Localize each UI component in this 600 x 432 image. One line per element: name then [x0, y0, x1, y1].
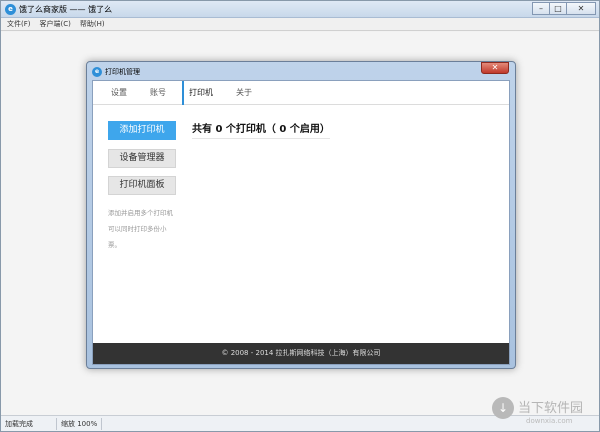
eleme-logo-icon: e	[92, 67, 102, 77]
eleme-logo-icon: e	[5, 4, 16, 15]
tab-account[interactable]: 账号	[150, 81, 166, 105]
dialog-body: 设置 账号 打印机 关于 添加打印机 设备管理器 打印机面板 添加并启用多个打印…	[92, 80, 510, 365]
close-button[interactable]: ✕	[566, 2, 596, 15]
minimize-button[interactable]: –	[532, 2, 550, 15]
add-printer-button[interactable]: 添加打印机	[108, 121, 176, 140]
status-divider	[56, 418, 57, 430]
dialog-footer: © 2008 - 2014 拉扎斯网络科技（上海）有限公司	[93, 343, 509, 364]
menu-bar: 文件(F) 客户端(C) 帮助(H)	[1, 18, 599, 31]
window-title: 饿了么商家版 —— 饿了么	[19, 5, 113, 14]
tab-printer[interactable]: 打印机	[182, 81, 213, 105]
device-manager-button[interactable]: 设备管理器	[108, 149, 176, 168]
watermark-text: 当下软件园	[518, 401, 584, 416]
download-arrow-icon: ↓	[492, 397, 514, 419]
maximize-button[interactable]: □	[549, 2, 567, 15]
tab-bar: 设置 账号 打印机 关于	[93, 81, 509, 105]
printer-panel-button[interactable]: 打印机面板	[108, 176, 176, 195]
status-divider	[101, 418, 102, 430]
help-text: 添加并启用多个打印机可以同时打印多份小票。	[108, 209, 173, 249]
printer-manager-dialog: e 打印机管理 ✕ 设置 账号 打印机 关于 添加打印机 设备管理器 打印机面板…	[86, 61, 516, 369]
menu-help[interactable]: 帮助(H)	[80, 18, 105, 30]
watermark: ↓ 当下软件园 downxia.com	[492, 395, 596, 429]
main-titlebar: e 饿了么商家版 —— 饿了么 – □ ✕	[1, 1, 599, 18]
dialog-titlebar: e 打印机管理 ✕	[87, 62, 515, 80]
window-controls: – □ ✕	[532, 2, 596, 15]
menu-client[interactable]: 客户端(C)	[40, 18, 71, 30]
menu-file[interactable]: 文件(F)	[7, 18, 31, 30]
status-zoom[interactable]: 缩放 100%	[61, 419, 97, 429]
watermark-url: downxia.com	[526, 417, 573, 425]
status-load: 加载完成	[5, 420, 33, 428]
dialog-close-button[interactable]: ✕	[481, 62, 509, 74]
dialog-title: 打印机管理	[105, 68, 140, 76]
printer-count-summary: 共有 0 个打印机（ 0 个启用）	[192, 120, 330, 139]
tab-about[interactable]: 关于	[236, 81, 252, 105]
tab-settings[interactable]: 设置	[111, 81, 127, 105]
